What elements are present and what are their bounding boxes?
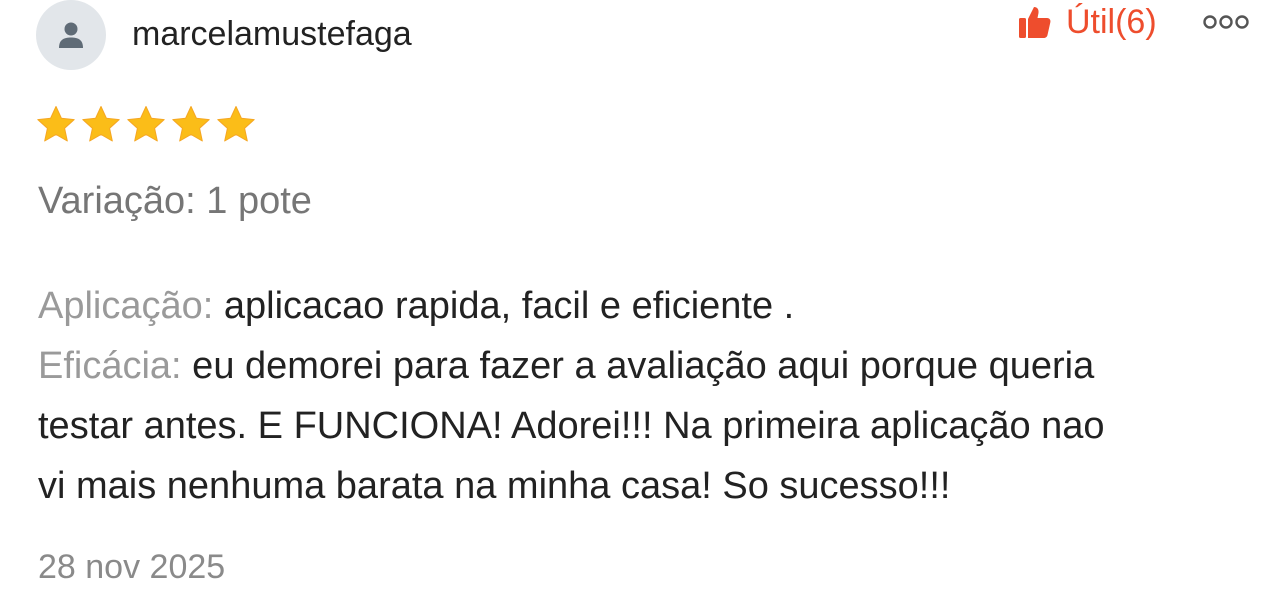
eficacia-line-3: vi mais nenhuma barata na minha casa! So… xyxy=(38,465,951,507)
more-options-icon[interactable] xyxy=(1202,10,1250,34)
eficacia-line-2: testar antes. E FUNCIONA! Adorei!!! Na p… xyxy=(38,405,1105,447)
eficacia-line: Eficácia: eu demorei para fazer a avalia… xyxy=(38,336,1248,396)
user-silhouette-icon xyxy=(59,22,83,48)
star-icon xyxy=(216,105,256,143)
aplicacao-text: aplicacao rapida, facil e eficiente . xyxy=(213,285,795,327)
star-icon xyxy=(126,105,166,143)
star-rating xyxy=(36,105,256,143)
review-card: marcelamustefaga Útil(6) Variação: 1 pot… xyxy=(0,0,1280,603)
eficacia-text-1: eu demorei para fazer a avaliação aqui p… xyxy=(181,345,1095,387)
aplicacao-line: Aplicação: aplicacao rapida, facil e efi… xyxy=(38,276,1248,336)
eficacia-label: Eficácia: xyxy=(38,345,182,387)
review-body: Aplicação: aplicacao rapida, facil e efi… xyxy=(38,276,1248,516)
review-date: 28 nov 2025 xyxy=(38,548,226,586)
variation-label: Variação: 1 pote xyxy=(38,180,312,222)
avatar[interactable] xyxy=(36,0,106,70)
thumbs-up-icon xyxy=(1019,7,1051,38)
star-icon xyxy=(171,105,211,143)
star-icon xyxy=(81,105,121,143)
helpful-button[interactable]: Útil(6) xyxy=(1018,2,1157,42)
helpful-count-label: Útil(6) xyxy=(1066,3,1157,41)
reviewer-username: marcelamustefaga xyxy=(132,15,412,53)
aplicacao-label: Aplicação: xyxy=(38,285,214,327)
star-icon xyxy=(36,105,76,143)
